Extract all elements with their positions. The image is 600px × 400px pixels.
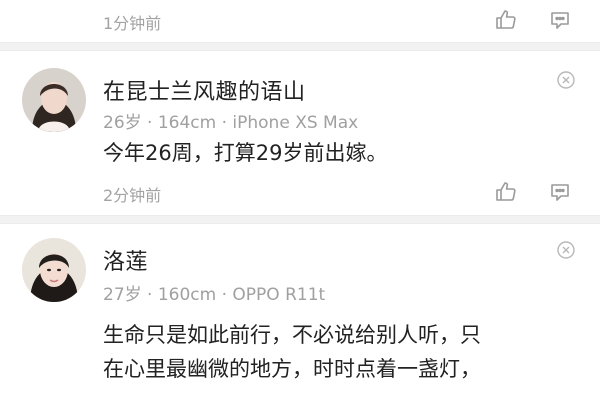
separator xyxy=(0,42,600,51)
comment-icon[interactable] xyxy=(548,180,572,204)
thumbs-up-icon[interactable] xyxy=(494,180,518,204)
user-name[interactable]: 洛莲 xyxy=(103,244,148,276)
comment-item: 在昆士兰风趣的语山 26岁 · 164cm · iPhone XS Max 今年… xyxy=(0,52,600,214)
comment-text-line: 在心里最幽微的地方，时时点着一盏灯， xyxy=(103,357,481,381)
avatar[interactable] xyxy=(22,68,86,132)
user-meta: 26岁 · 164cm · iPhone XS Max xyxy=(103,113,359,133)
comment-text-line: 生命只是如此前行，不必说给别人听，只 xyxy=(103,323,481,347)
comment-text: 生命只是如此前行，不必说给别人听，只 在心里最幽微的地方，时时点着一盏灯， xyxy=(103,318,573,386)
comment-text: 今年26周，打算29岁前出嫁。 xyxy=(103,141,388,165)
comment-icon[interactable] xyxy=(548,8,572,32)
close-icon[interactable] xyxy=(556,70,576,90)
comment-item: 洛莲 27岁 · 160cm · OPPO R11t 生命只是如此前行，不必说给… xyxy=(0,224,600,400)
separator xyxy=(0,215,600,224)
avatar[interactable] xyxy=(22,238,86,302)
comment-time: 1分钟前 xyxy=(103,14,162,33)
thumbs-up-icon[interactable] xyxy=(494,8,518,32)
previous-comment-actions: 1分钟前 xyxy=(0,0,600,40)
user-name[interactable]: 在昆士兰风趣的语山 xyxy=(103,74,306,106)
comment-time: 2分钟前 xyxy=(103,186,162,205)
user-meta: 27岁 · 160cm · OPPO R11t xyxy=(103,285,326,305)
close-icon[interactable] xyxy=(556,240,576,260)
